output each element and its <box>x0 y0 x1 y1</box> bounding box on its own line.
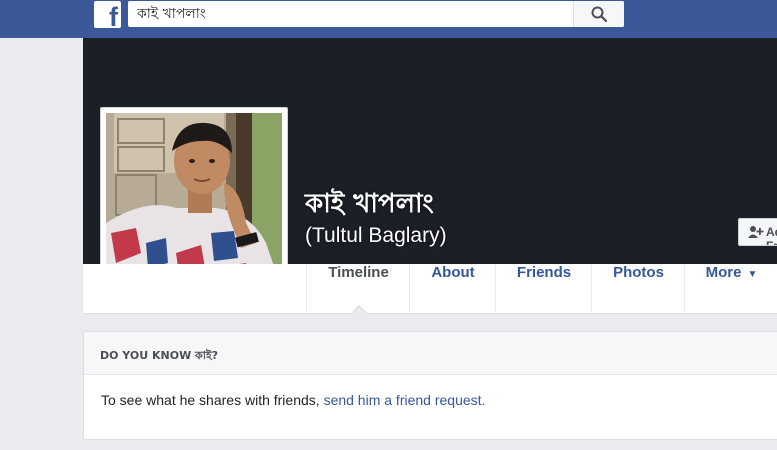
card-body: To see what he shares with friends, send… <box>101 392 485 408</box>
tab-friends-label: Friends <box>516 264 572 281</box>
friend-request-link[interactable]: send him a friend request. <box>324 392 486 408</box>
active-tab-indicator-inner <box>351 307 367 315</box>
facebook-logo-letter: f <box>109 2 118 29</box>
top-navigation-bar: f <box>0 0 777 38</box>
tab-about[interactable]: About <box>409 264 496 313</box>
profile-alternate-name: (Tultul Baglary) <box>305 224 447 247</box>
search-icon <box>591 6 607 22</box>
tab-photos[interactable]: Photos <box>591 264 685 313</box>
tab-more[interactable]: More ▼ <box>684 264 777 313</box>
profile-tab-bar: Timeline About Friends Photos More ▼ <box>83 264 777 314</box>
card-body-text: To see what he shares with friends, <box>101 392 324 408</box>
tab-more-label: More <box>705 264 742 281</box>
facebook-logo-icon[interactable]: f <box>94 1 121 28</box>
search-box <box>128 1 624 27</box>
search-button[interactable] <box>573 1 624 27</box>
tab-timeline-label: Timeline <box>328 264 389 281</box>
add-friend-label: Add Friend <box>766 225 777 246</box>
tab-photos-label: Photos <box>613 264 664 281</box>
search-input[interactable] <box>128 1 577 27</box>
add-friend-icon <box>748 226 764 238</box>
tab-friends[interactable]: Friends <box>495 264 592 313</box>
card-title: DO YOU KNOW কাই? <box>100 349 219 362</box>
profile-name[interactable]: কাই খাপলাং <box>305 183 434 227</box>
add-friend-button[interactable]: Add Friend <box>738 218 777 246</box>
do-you-know-card: DO YOU KNOW কাই? To see what he shares w… <box>83 331 777 440</box>
tab-about-label: About <box>431 264 475 281</box>
card-header: DO YOU KNOW কাই? <box>84 332 777 375</box>
chevron-down-icon: ▼ <box>747 269 758 280</box>
